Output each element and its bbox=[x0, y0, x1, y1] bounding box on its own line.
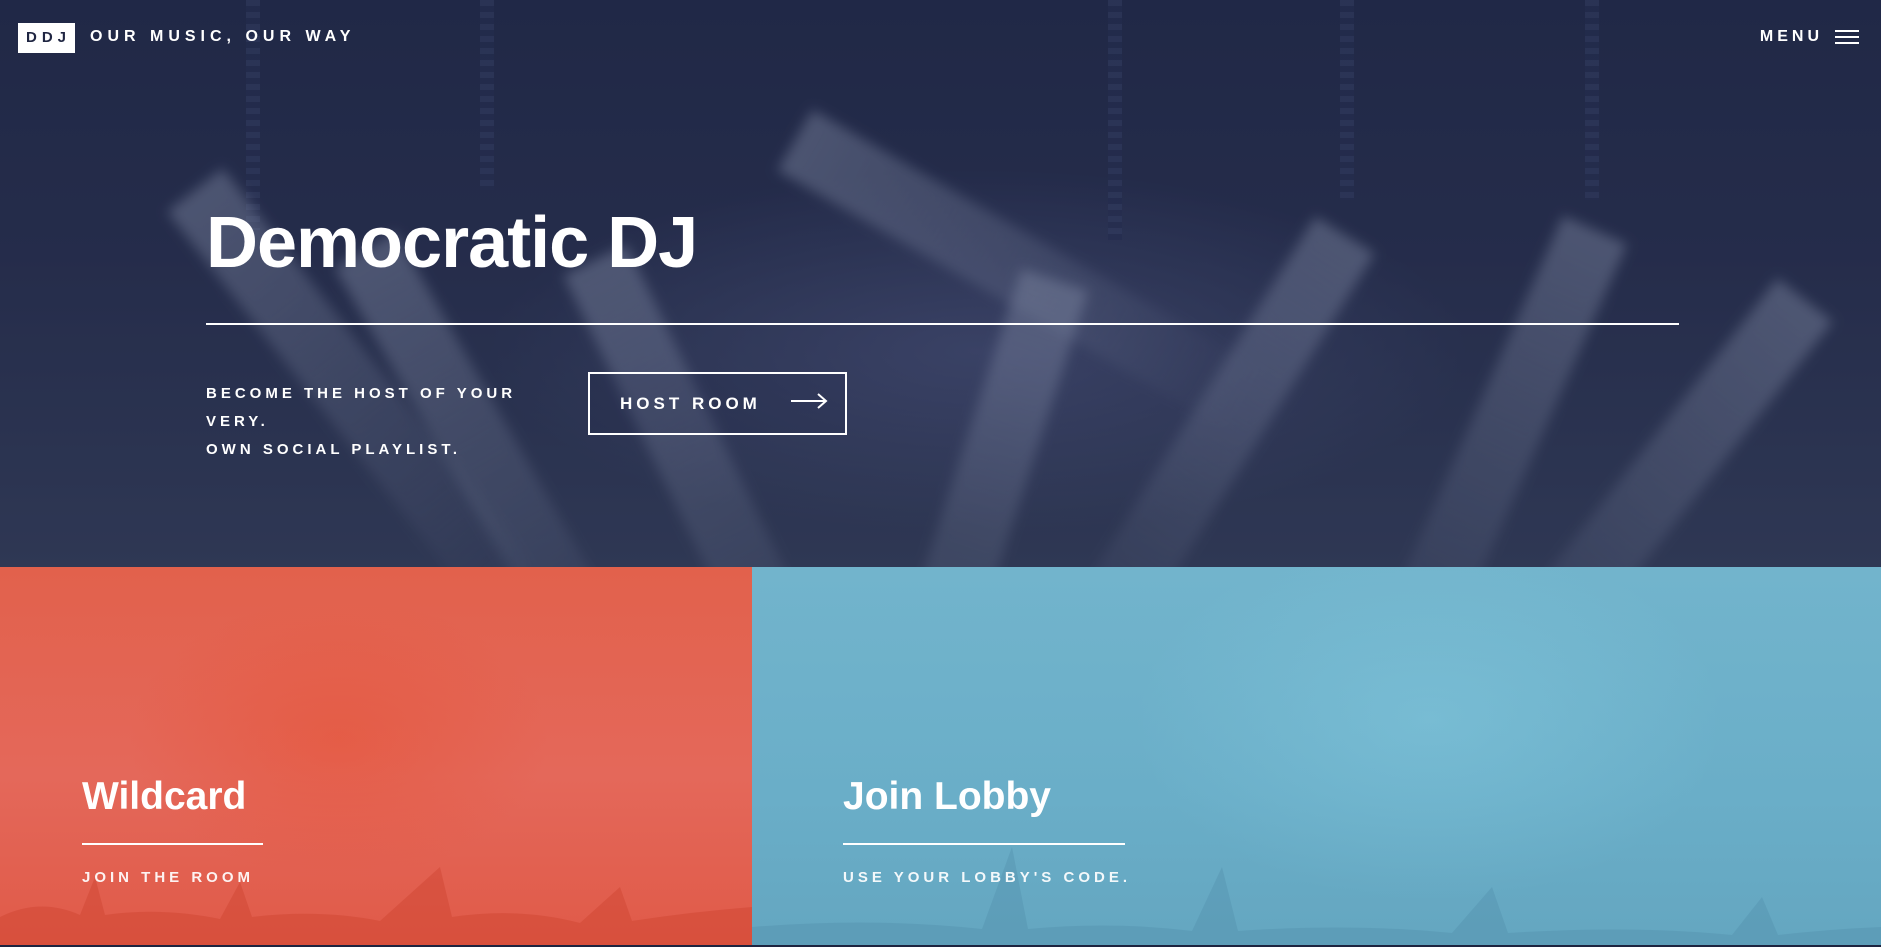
arrow-right-icon bbox=[790, 393, 829, 414]
hamburger-icon bbox=[1835, 30, 1859, 44]
wildcard-panel[interactable]: Wildcard JOIN THE ROOM bbox=[0, 567, 752, 947]
wildcard-subtitle[interactable]: JOIN THE ROOM bbox=[82, 869, 254, 886]
crowd-silhouette bbox=[0, 867, 752, 947]
hero-subtitle-line-2: OWN SOCIAL PLAYLIST. bbox=[206, 441, 462, 458]
page-title: Democratic DJ bbox=[206, 203, 698, 283]
hero-section: DDJ OUR MUSIC, OUR WAY MENU Democratic D… bbox=[0, 0, 1881, 567]
menu-label: MENU bbox=[1759, 28, 1823, 45]
crowd-silhouette bbox=[752, 847, 1881, 947]
hero-subtitle: BECOME THE HOST OF YOUR VERY. OWN SOCIAL… bbox=[206, 380, 566, 464]
wildcard-divider bbox=[82, 843, 263, 845]
top-bar: DDJ OUR MUSIC, OUR WAY MENU bbox=[0, 0, 1881, 76]
join-lobby-title[interactable]: Join Lobby bbox=[843, 774, 1051, 820]
hero-subtitle-line-1: BECOME THE HOST OF YOUR VERY. bbox=[206, 385, 517, 430]
join-lobby-subtitle[interactable]: USE YOUR LOBBY'S CODE. bbox=[843, 869, 1131, 886]
join-lobby-divider bbox=[843, 843, 1125, 845]
host-room-button[interactable]: HOST ROOM bbox=[588, 372, 847, 435]
host-room-label: HOST ROOM bbox=[620, 393, 761, 413]
logo[interactable]: DDJ bbox=[18, 23, 75, 53]
title-divider bbox=[206, 323, 1679, 325]
menu-button[interactable]: MENU bbox=[1760, 28, 1859, 46]
wildcard-title[interactable]: Wildcard bbox=[82, 774, 246, 820]
tagline: OUR MUSIC, OUR WAY bbox=[90, 28, 356, 45]
join-lobby-panel[interactable]: Join Lobby USE YOUR LOBBY'S CODE. bbox=[752, 567, 1881, 947]
